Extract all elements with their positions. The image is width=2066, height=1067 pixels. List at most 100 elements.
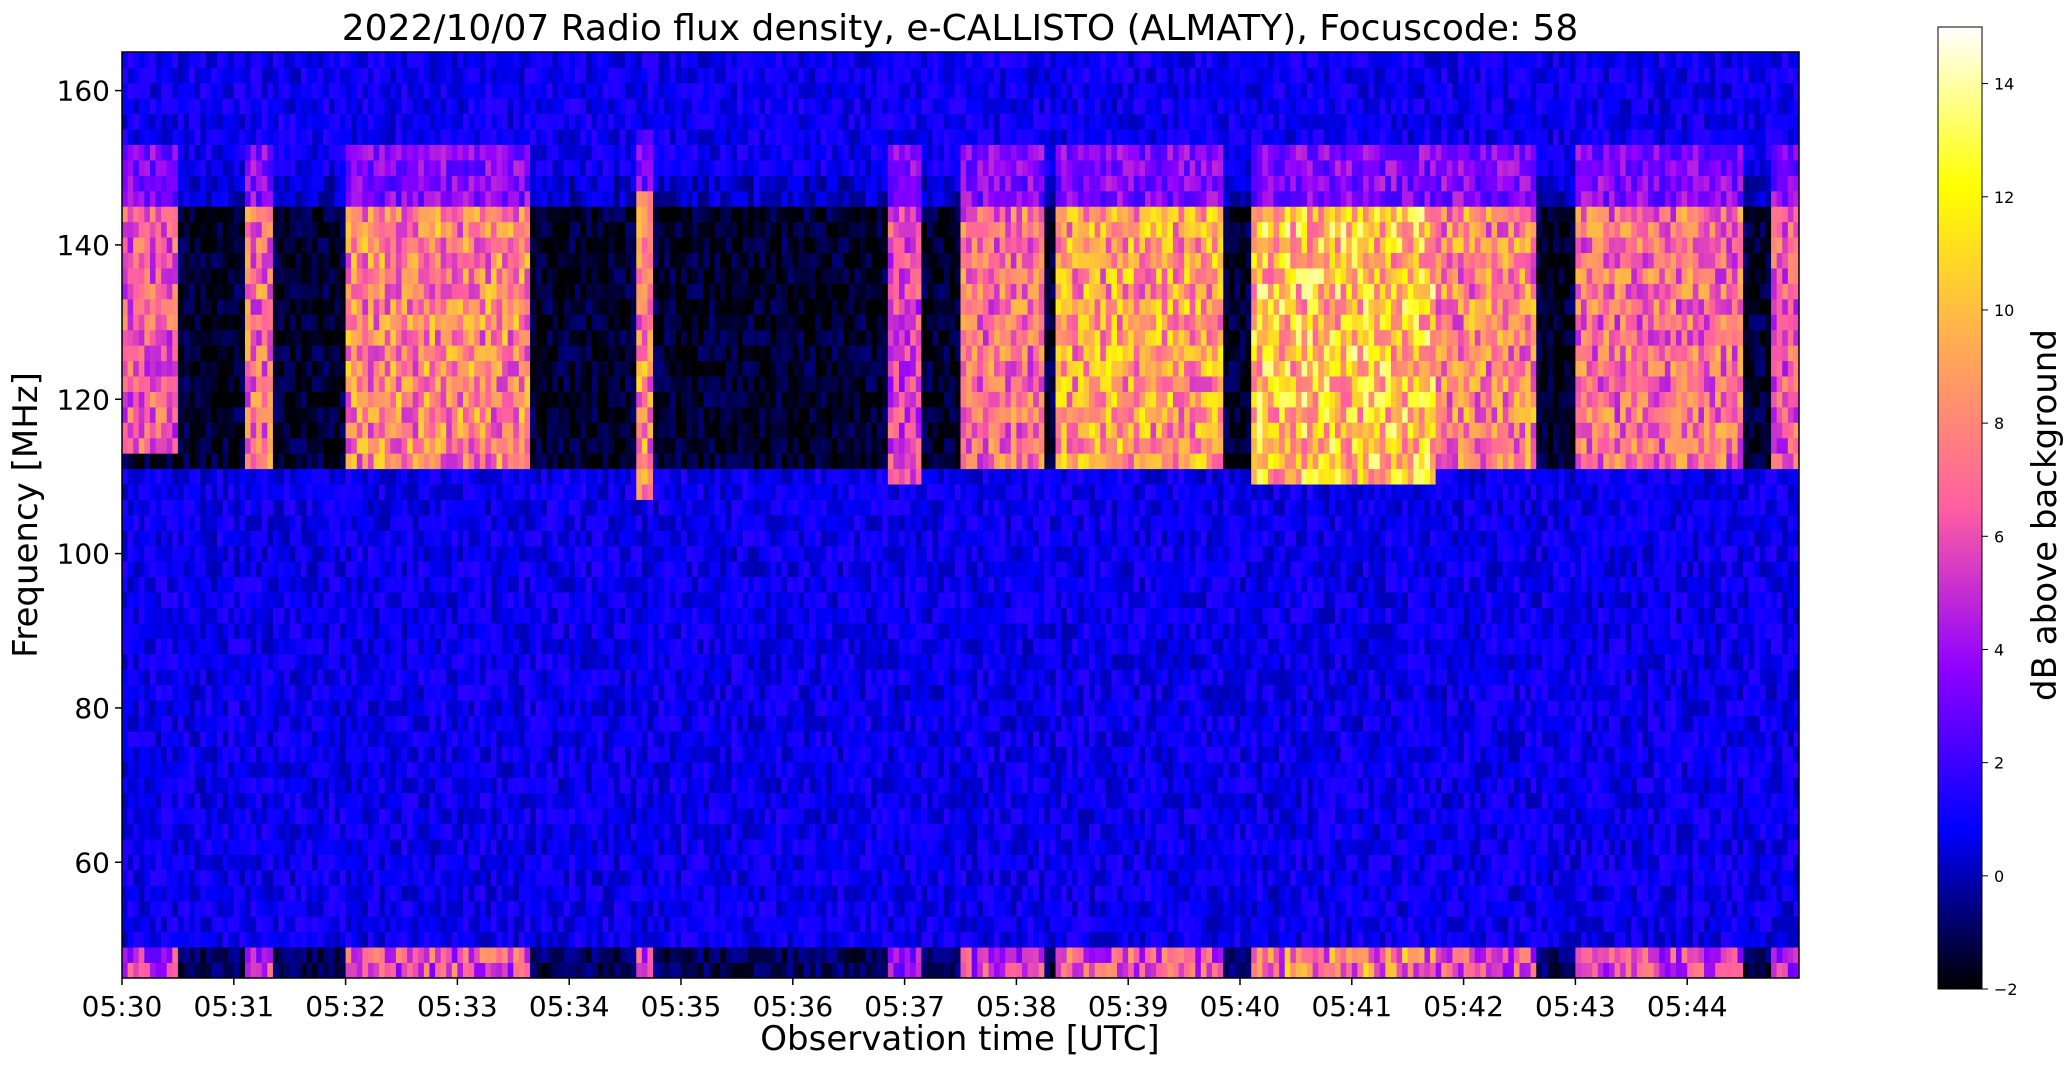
heatmap-cell (374, 793, 380, 809)
heatmap-cell (267, 901, 273, 917)
heatmap-cell (1324, 808, 1330, 824)
heatmap-cell (787, 963, 793, 979)
heatmap-cell (217, 855, 223, 871)
heatmap-cell (1547, 855, 1553, 871)
heatmap-cell (195, 808, 201, 824)
heatmap-cell (1788, 901, 1794, 917)
heatmap-cell (905, 870, 911, 886)
heatmap-cell (1067, 855, 1073, 871)
heatmap-cell (1128, 793, 1134, 809)
heatmap-cell (586, 839, 592, 855)
heatmap-cell (983, 824, 989, 840)
heatmap-cell (631, 932, 637, 948)
heatmap-cell (239, 947, 245, 963)
heatmap-cell (1095, 963, 1101, 979)
heatmap-cell (463, 885, 469, 901)
heatmap-cell (597, 932, 603, 948)
heatmap-cell (1670, 839, 1676, 855)
heatmap-cell (703, 947, 709, 963)
heatmap-cell (1268, 932, 1274, 948)
heatmap-cell (183, 824, 189, 840)
heatmap-cell (1044, 870, 1050, 886)
heatmap-cell (994, 808, 1000, 824)
heatmap-cell (452, 901, 458, 917)
heatmap-cell (988, 793, 994, 809)
heatmap-cell (927, 824, 933, 840)
heatmap-cell (675, 839, 681, 855)
heatmap-cell (334, 916, 340, 932)
heatmap-cell (1441, 932, 1447, 948)
heatmap-cell (659, 947, 665, 963)
heatmap-cell (519, 870, 525, 886)
heatmap-cell (1028, 885, 1034, 901)
heatmap-cell (1715, 839, 1721, 855)
heatmap-cell (860, 808, 866, 824)
heatmap-cell (1352, 839, 1358, 855)
heatmap-cell (1486, 916, 1492, 932)
heatmap-cell (1765, 885, 1771, 901)
heatmap-cell (122, 885, 128, 901)
heatmap-cell (323, 824, 329, 840)
heatmap-cell (1151, 932, 1157, 948)
heatmap-cell (284, 839, 290, 855)
heatmap-cell (323, 947, 329, 963)
heatmap-cell (1117, 870, 1123, 886)
heatmap-cell (955, 901, 961, 917)
heatmap-cell (564, 824, 570, 840)
heatmap-cell (1285, 870, 1291, 886)
heatmap-cell (144, 963, 150, 979)
heatmap-cell (754, 901, 760, 917)
heatmap-cell (1732, 901, 1738, 917)
heatmap-cell (463, 839, 469, 855)
heatmap-cell (167, 932, 173, 948)
heatmap-cell (1536, 963, 1542, 979)
heatmap-cell (318, 963, 324, 979)
heatmap-cell (368, 916, 374, 932)
heatmap-cell (776, 808, 782, 824)
heatmap-cell (418, 870, 424, 886)
heatmap-cell (368, 855, 374, 871)
heatmap-cell (832, 932, 838, 948)
heatmap-cell (530, 793, 536, 809)
heatmap-cell (1374, 855, 1380, 871)
heatmap-cell (709, 885, 715, 901)
heatmap-cell (463, 808, 469, 824)
heatmap-cell (1078, 901, 1084, 917)
heatmap-cell (1139, 824, 1145, 840)
heatmap-cell (1492, 824, 1498, 840)
heatmap-cell (1564, 824, 1570, 840)
heatmap-cell (1363, 932, 1369, 948)
heatmap-cell (1179, 808, 1185, 824)
heatmap-cell (994, 855, 1000, 871)
heatmap-cell (1424, 916, 1430, 932)
heatmap-cell (1067, 963, 1073, 979)
heatmap-cell (469, 885, 475, 901)
heatmap-cell (1274, 901, 1280, 917)
heatmap-cell (1005, 932, 1011, 948)
heatmap-cell (1033, 839, 1039, 855)
heatmap-cell (346, 793, 352, 809)
heatmap-cell (1346, 947, 1352, 963)
heatmap-cell (1749, 808, 1755, 824)
heatmap-cell (888, 839, 894, 855)
heatmap-cell (748, 839, 754, 855)
heatmap-cell (144, 947, 150, 963)
heatmap-cell (1011, 808, 1017, 824)
heatmap-cell (1648, 870, 1654, 886)
heatmap-cell (446, 839, 452, 855)
heatmap-cell (614, 932, 620, 948)
heatmap-cell (765, 870, 771, 886)
heatmap-cell (491, 793, 497, 809)
heatmap-cell (966, 916, 972, 932)
heatmap-cell (1167, 885, 1173, 901)
heatmap-cell (161, 932, 167, 948)
heatmap-cell (1508, 947, 1514, 963)
heatmap-cell (1223, 947, 1229, 963)
heatmap-cell (446, 885, 452, 901)
heatmap-cell (1408, 855, 1414, 871)
heatmap-cell (480, 839, 486, 855)
heatmap-cell (564, 963, 570, 979)
heatmap-cell (357, 808, 363, 824)
heatmap-cell (882, 793, 888, 809)
heatmap-cell (1318, 916, 1324, 932)
